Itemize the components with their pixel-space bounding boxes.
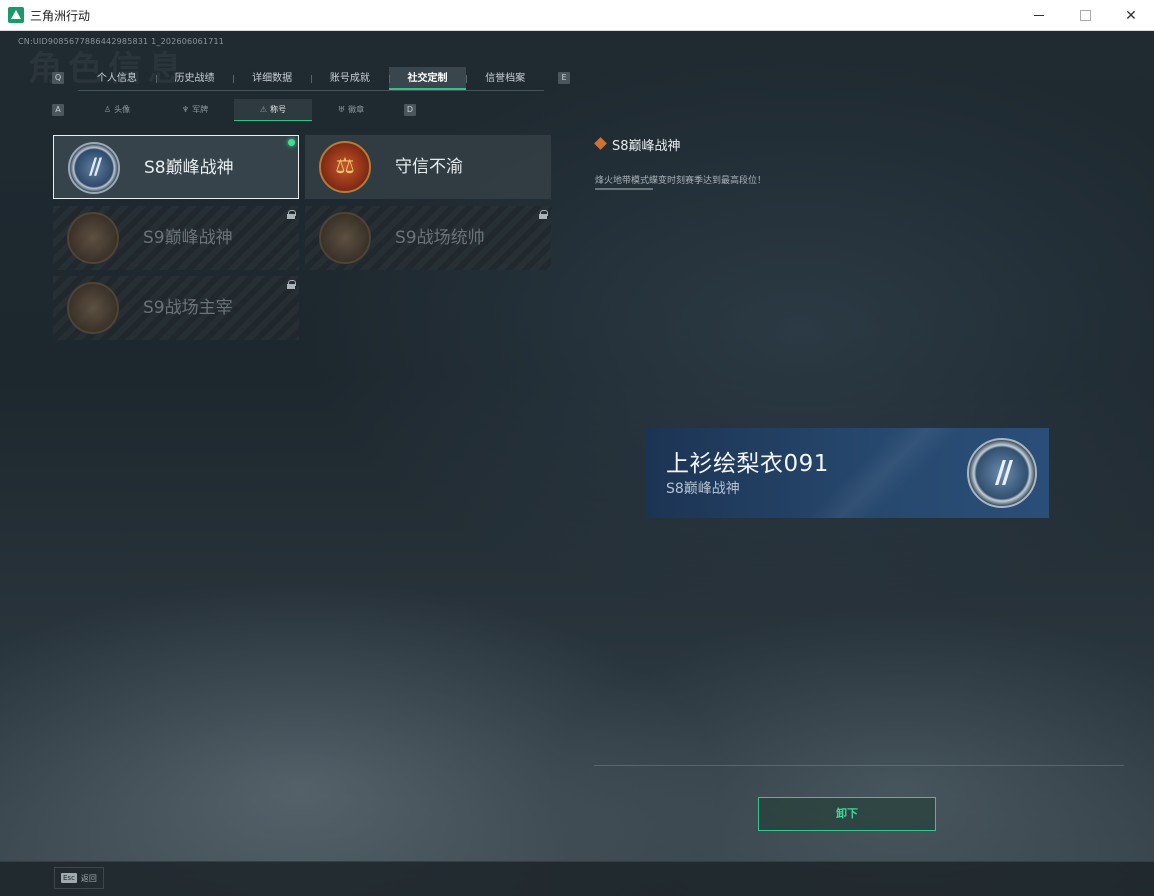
title-card-name: S9战场统帅: [395, 228, 485, 248]
lock-icon: [287, 280, 296, 289]
back-label: 返回: [80, 873, 97, 883]
bottom-bar: Esc 返回: [0, 861, 1154, 896]
subtab-medal[interactable]: ♅ 徽章: [312, 99, 390, 121]
tab-detailed-stats[interactable]: 详细数据: [233, 67, 311, 90]
preview-player-name: 上衫绘梨衣091: [666, 451, 829, 477]
window-controls: ✕: [1016, 0, 1154, 31]
fortress-badge-icon: [67, 212, 119, 264]
dogtag-icon: ♆: [181, 105, 190, 114]
lock-icon: [539, 210, 548, 219]
tab-match-history[interactable]: 历史战绩: [155, 67, 234, 90]
subtab-medal-label: 徽章: [348, 105, 365, 114]
tab-personal-info[interactable]: 个人信息: [78, 67, 156, 90]
subtab-prev-key-hint[interactable]: A: [52, 104, 64, 116]
s8-peak-badge-icon: [967, 438, 1037, 508]
equipped-indicator-icon: [288, 139, 295, 146]
detail-title: S8巅峰战神: [612, 139, 681, 154]
title-card-name: 守信不渝: [395, 157, 463, 177]
main-tabs-row: Q 个人信息 历史战绩 详细数据 账号成就 社交定制 信誉档案 E: [52, 67, 570, 93]
close-button[interactable]: ✕: [1108, 0, 1154, 31]
title-card-s9-dominator[interactable]: S9战场主宰: [53, 276, 299, 340]
detail-description: 烽火地带模式蝶变时刻赛季达到最高段位！: [595, 176, 767, 186]
window-title: 三角洲行动: [30, 8, 91, 23]
divider: [594, 765, 1124, 766]
subtab-dogtag-label: 军牌: [192, 105, 209, 114]
tab-reputation[interactable]: 信誉档案: [466, 67, 544, 90]
main-tabs: 个人信息 历史战绩 详细数据 账号成就 社交定制 信誉档案: [78, 67, 544, 91]
maximize-button[interactable]: [1062, 0, 1108, 31]
person-icon: ♙: [103, 105, 112, 114]
title-card-s9-commander[interactable]: S9战场统帅: [305, 206, 551, 270]
title-card-name: S8巅峰战神: [144, 158, 234, 178]
title-card-s8-peak[interactable]: S8巅峰战神: [53, 135, 299, 199]
warship-badge-icon: [319, 212, 371, 264]
minimize-button[interactable]: [1016, 0, 1062, 31]
subtab-title-label: 称号: [270, 105, 287, 114]
esc-key-hint: Esc: [61, 873, 77, 883]
app-logo-icon: [8, 7, 24, 23]
detail-underline: [595, 188, 653, 190]
player-uid: CN:UID9085677886442985831 1_202606061711: [18, 37, 225, 46]
back-button[interactable]: Esc 返回: [54, 867, 104, 889]
subtab-title[interactable]: ⚠ 称号: [234, 99, 312, 121]
lock-icon: [287, 210, 296, 219]
tab-achievements[interactable]: 账号成就: [311, 67, 389, 90]
title-card-name: S9巅峰战神: [143, 228, 233, 248]
title-card-s9-peak[interactable]: S9巅峰战神: [53, 206, 299, 270]
title-icon: ⚠: [259, 105, 268, 114]
tab-next-key-hint[interactable]: E: [558, 72, 570, 84]
subtab-avatar-label: 头像: [114, 105, 131, 114]
mushroom-cloud-badge-icon: [67, 282, 119, 334]
window-titlebar: 三角洲行动 ✕: [0, 0, 1154, 31]
medal-icon: ♅: [337, 105, 346, 114]
title-diamond-icon: [594, 137, 607, 150]
preview-title: S8巅峰战神: [666, 481, 740, 497]
subtab-dogtag[interactable]: ♆ 军牌: [156, 99, 234, 121]
tab-social-customization[interactable]: 社交定制: [388, 67, 467, 90]
title-preview-banner: 上衫绘梨衣091 S8巅峰战神: [646, 428, 1049, 518]
subtab-avatar[interactable]: ♙ 头像: [78, 99, 156, 121]
subtab-next-key-hint[interactable]: D: [404, 104, 416, 116]
title-card-keep-faith[interactable]: 守信不渝: [305, 135, 551, 199]
s8-peak-badge-icon: [68, 142, 120, 194]
game-view: 角色信息 CN:UID9085677886442985831 1_2026060…: [0, 31, 1154, 896]
unequip-button[interactable]: 卸下: [758, 797, 936, 831]
sub-tabs-row: A ♙ 头像 ♆ 军牌 ⚠ 称号 ♅ 徽章 D: [52, 99, 422, 121]
sub-tabs: ♙ 头像 ♆ 军牌 ⚠ 称号 ♅ 徽章: [78, 99, 390, 121]
tab-prev-key-hint[interactable]: Q: [52, 72, 64, 84]
scales-badge-icon: [319, 141, 371, 193]
title-card-name: S9战场主宰: [143, 298, 233, 318]
